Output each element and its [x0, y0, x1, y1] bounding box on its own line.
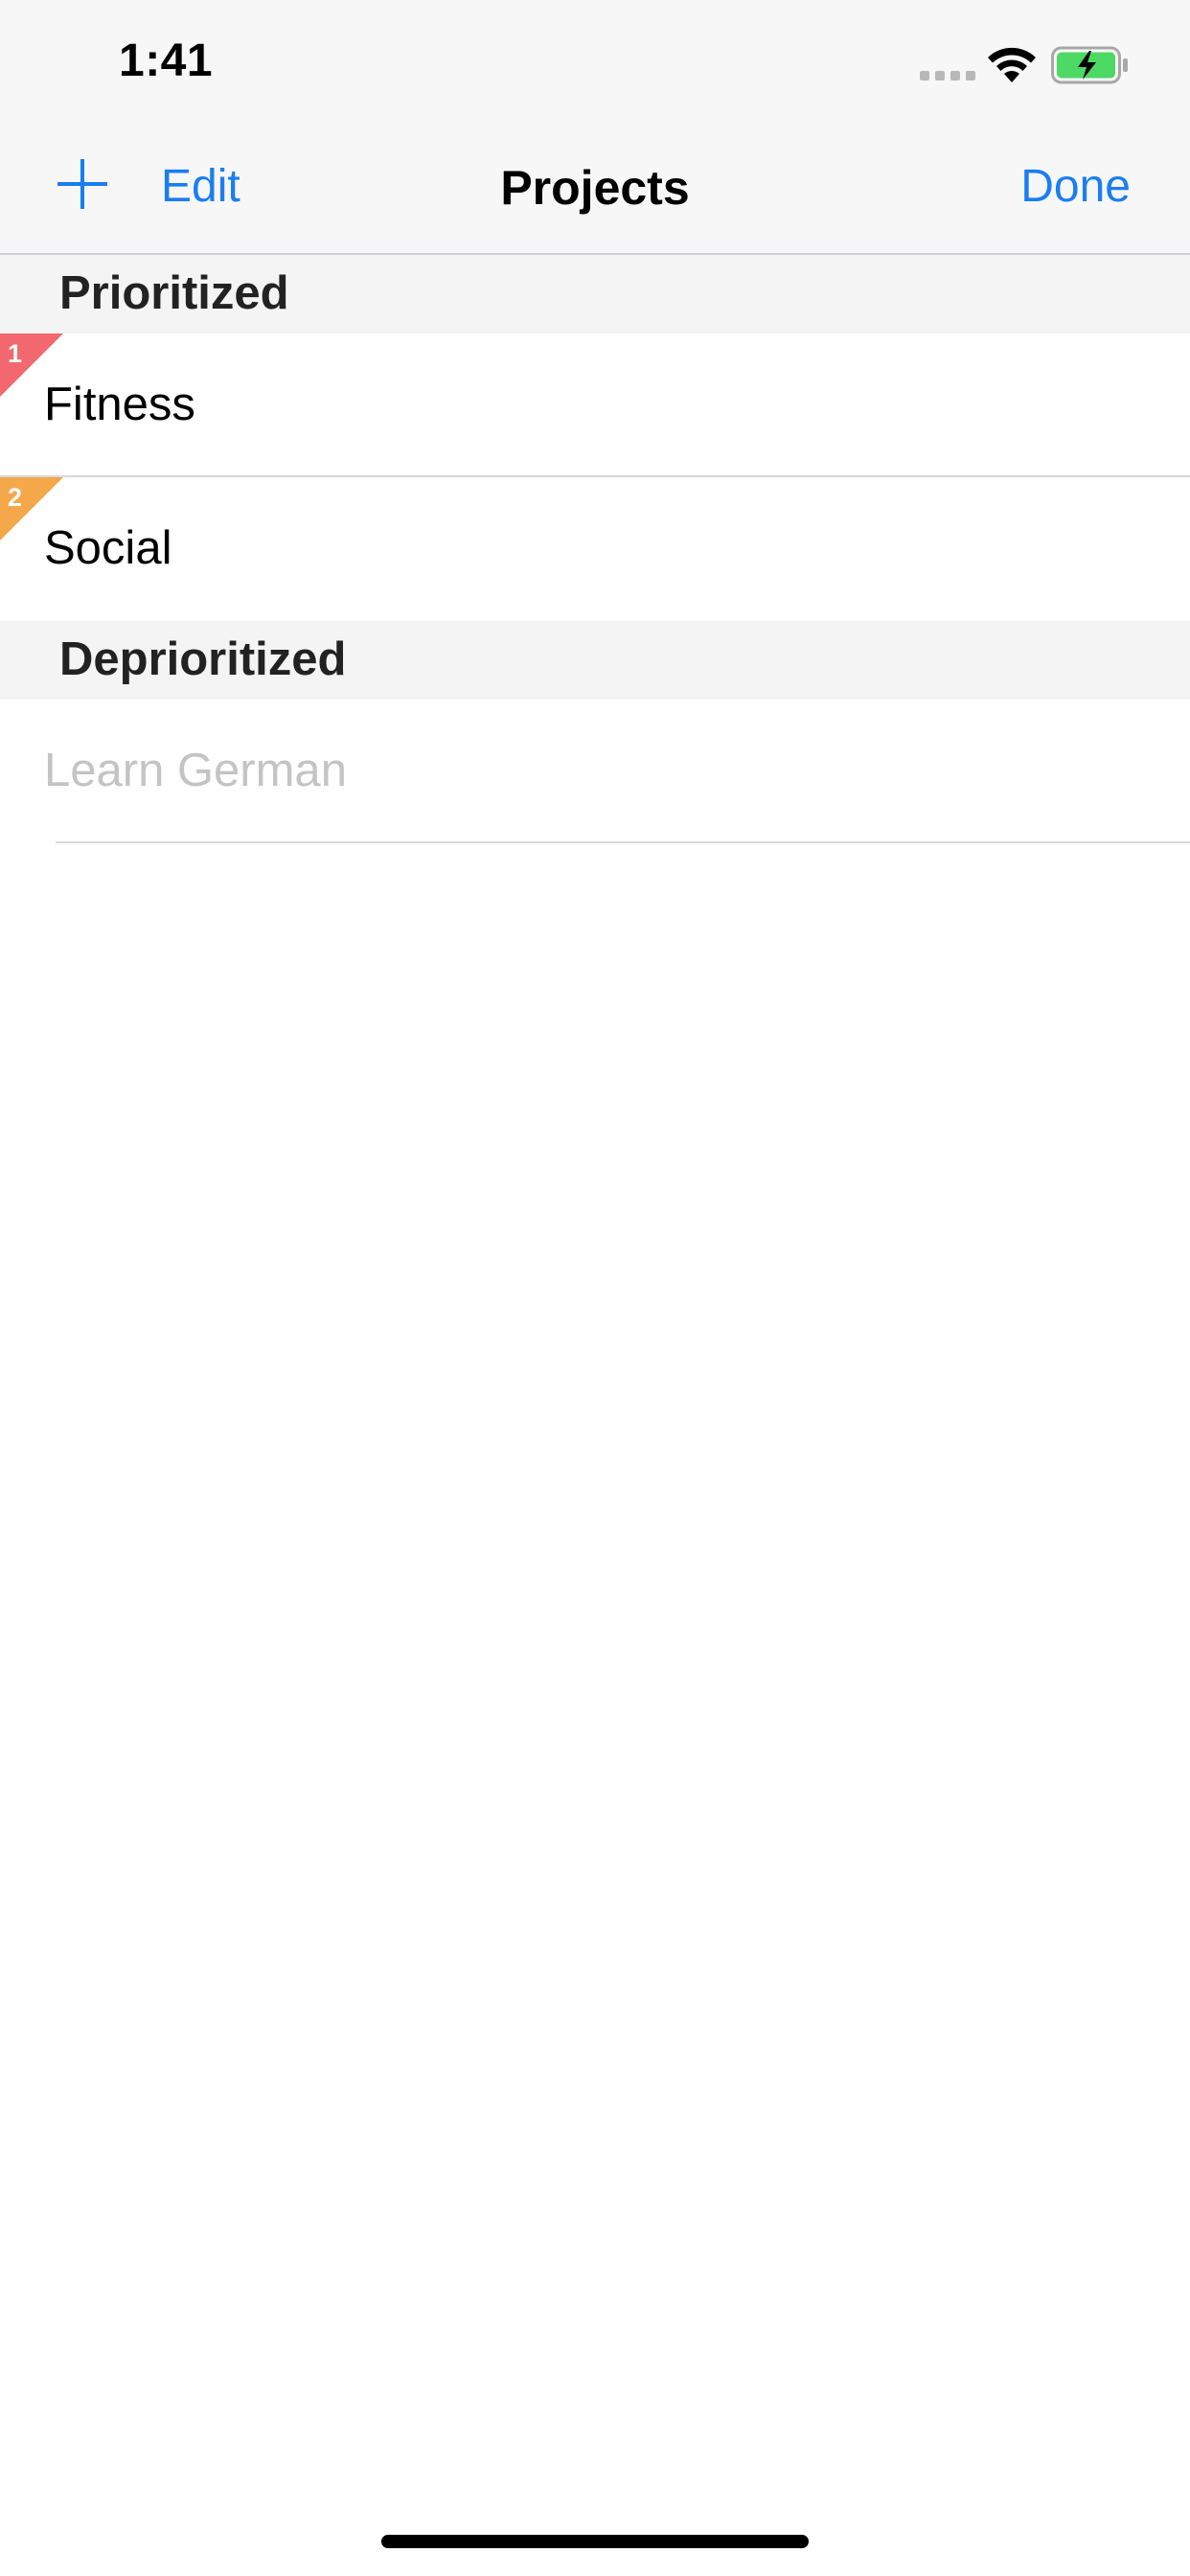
section-title: Deprioritized: [59, 633, 347, 685]
section-title: Prioritized: [59, 267, 289, 319]
row-divider: [56, 841, 1190, 843]
list-item-fitness[interactable]: 1 Fitness: [0, 334, 1190, 477]
plus-icon[interactable]: [54, 155, 111, 213]
section-header-deprioritized: Deprioritized: [0, 621, 1190, 700]
list-item-learn-german[interactable]: Learn German: [0, 700, 1190, 843]
wifi-icon: [988, 47, 1036, 82]
rank-number: 2: [8, 483, 23, 512]
edit-button[interactable]: Edit: [161, 160, 240, 213]
project-name: Fitness: [44, 379, 195, 430]
status-bar: 1:41: [0, 0, 1190, 126]
home-indicator[interactable]: [381, 2535, 809, 2548]
status-time: 1:41: [119, 35, 214, 86]
navigation-bar: Edit Projects Done: [0, 126, 1190, 255]
rank-number: 1: [8, 339, 23, 368]
battery-charging-icon: [1051, 46, 1128, 84]
section-header-prioritized: Prioritized: [0, 255, 1190, 334]
list-item-social[interactable]: 2 Social: [0, 477, 1190, 621]
projects-screen: 1:41 Edit Projects Done Prioritized 1 Fi…: [0, 0, 1190, 2576]
project-name: Social: [44, 522, 172, 574]
cellular-signal-icon: [920, 71, 975, 80]
done-button[interactable]: Done: [1020, 160, 1131, 213]
project-name: Learn German: [44, 745, 347, 796]
